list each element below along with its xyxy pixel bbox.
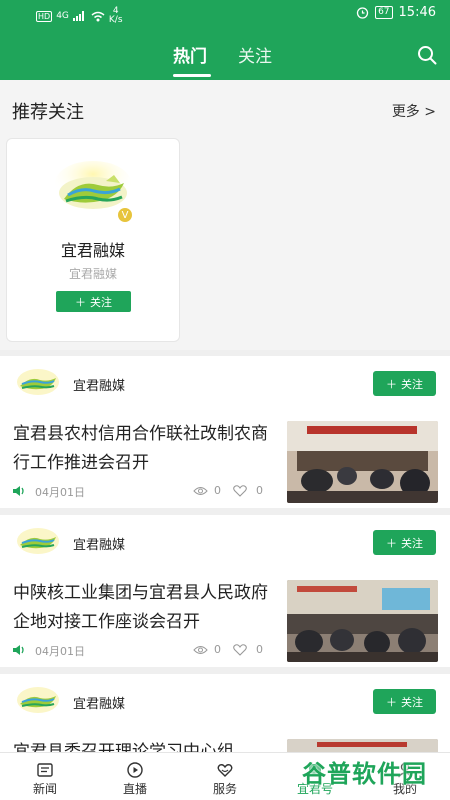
eye-icon	[193, 646, 208, 654]
post-meta: 04月01日 0 0	[13, 484, 273, 500]
nav-label: 直播	[122, 782, 147, 796]
hd-indicator: HD	[36, 10, 53, 22]
wifi-icon	[91, 11, 105, 21]
follow-label: 关注	[401, 536, 423, 550]
net-speed-unit: K/s	[108, 15, 123, 25]
recommend-follow-button[interactable]: ＋ 关注	[56, 291, 131, 312]
active-tab-indicator	[173, 74, 211, 77]
signal-indicator: 4G	[56, 11, 69, 21]
recommend-subtitle: 宜君融媒	[68, 267, 117, 281]
alarm-icon	[356, 7, 369, 19]
post-thumbnail[interactable]	[287, 421, 438, 503]
signal-icon	[72, 11, 84, 21]
status-right: 67 15:46	[356, 5, 436, 20]
author-avatar	[17, 528, 59, 554]
author-avatar	[17, 369, 59, 395]
more-link[interactable]: 更多 >	[392, 101, 436, 121]
likes-count: 0	[256, 484, 263, 497]
audio-icon[interactable]	[13, 644, 26, 656]
eye-icon	[193, 487, 208, 495]
recommend-title: 推荐关注	[12, 102, 84, 123]
status-left: HD 4G 4 K/s	[36, 7, 123, 25]
post-author[interactable]: 宜君融媒	[73, 693, 125, 712]
post-author[interactable]: 宜君融媒	[73, 375, 125, 394]
status-bar: HD 4G 4 K/s 67 15:46	[0, 0, 450, 28]
nav-live[interactable]: 直播	[90, 753, 180, 800]
post-follow-button[interactable]: ＋ 关注	[373, 371, 436, 396]
plus-icon: ＋	[386, 695, 397, 709]
likes-count: 0	[256, 643, 263, 656]
post-thumbnail[interactable]	[287, 580, 438, 662]
heart-icon[interactable]	[233, 485, 247, 497]
post-follow-button[interactable]: ＋ 关注	[373, 530, 436, 555]
app-header: HD 4G 4 K/s 67 15:46 热门 关注	[0, 0, 450, 80]
post-date: 04月01日	[35, 486, 85, 499]
follow-label: 关注	[401, 695, 423, 709]
net-speed: 4 K/s	[109, 7, 123, 25]
news-icon	[37, 763, 53, 777]
play-icon	[127, 762, 143, 778]
post-item[interactable]: 宜君融媒 ＋ 关注 宜君县委召开理论学习中心组	[0, 674, 450, 800]
plus-icon: ＋	[386, 536, 397, 550]
nav-news[interactable]: 新闻	[0, 753, 90, 800]
nav-label: 新闻	[32, 782, 57, 796]
post-item[interactable]: 宜君融媒 ＋ 关注 中陕核工业集团与宜君县人民政府企地对接工作座谈会召开 04月…	[0, 515, 450, 667]
nav-label: 服务	[212, 782, 237, 796]
recommend-card[interactable]: V 宜君融媒 宜君融媒 ＋ 关注	[6, 138, 180, 342]
plus-icon: ＋	[386, 377, 397, 391]
tab-follow[interactable]: 关注	[238, 42, 272, 67]
search-icon[interactable]	[416, 44, 438, 66]
views-count: 0	[214, 643, 221, 656]
battery-indicator: 67	[375, 6, 393, 19]
clock: 15:46	[398, 5, 436, 20]
post-item[interactable]: 宜君融媒 ＋ 关注 宜君县农村信用合作联社改制农商行工作推进会召开 04月01日…	[0, 356, 450, 508]
nav-service[interactable]: 服务	[180, 753, 270, 800]
views-count: 0	[214, 484, 221, 497]
follow-label: 关注	[401, 377, 423, 391]
service-icon	[217, 764, 233, 777]
top-tabs: 热门 关注	[0, 40, 450, 77]
recommend-section: 推荐关注 更多 > V 宜君融媒 宜君融媒 ＋ 关注	[0, 80, 450, 350]
follow-label: 关注	[90, 295, 112, 309]
recommend-name: 宜君融媒	[60, 241, 125, 260]
audio-icon[interactable]	[13, 485, 26, 497]
post-author[interactable]: 宜君融媒	[73, 534, 125, 553]
author-avatar	[17, 687, 59, 713]
tab-hot[interactable]: 热门	[173, 42, 207, 67]
post-title[interactable]: 宜君县农村信用合作联社改制农商行工作推进会召开	[13, 420, 278, 478]
post-meta: 04月01日 0 0	[13, 643, 273, 659]
verified-badge: V	[117, 207, 133, 223]
heart-icon[interactable]	[233, 644, 247, 656]
watermark-text: 谷普软件园	[302, 760, 427, 788]
post-date: 04月01日	[35, 645, 85, 658]
post-title[interactable]: 中陕核工业集团与宜君县人民政府企地对接工作座谈会召开	[13, 579, 278, 637]
post-follow-button[interactable]: ＋ 关注	[373, 689, 436, 714]
plus-icon: ＋	[75, 295, 86, 309]
